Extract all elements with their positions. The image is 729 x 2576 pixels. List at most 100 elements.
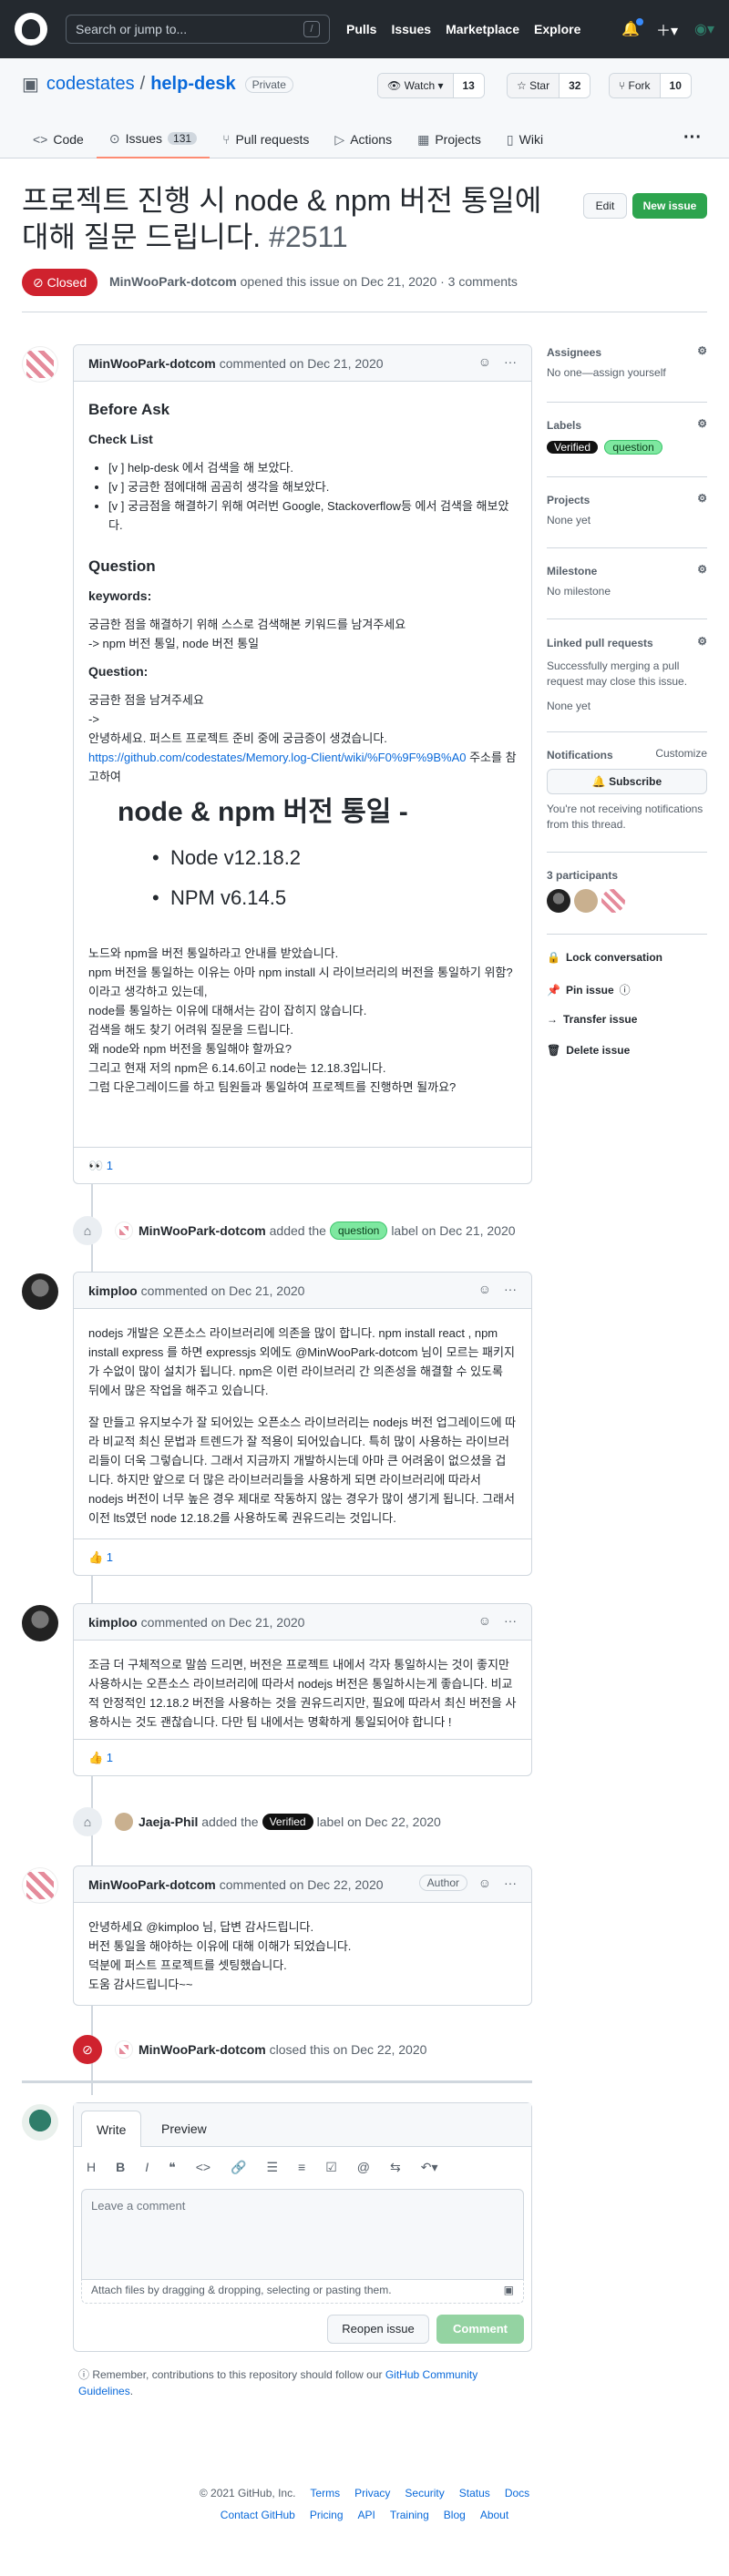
repo-owner-link[interactable]: codestates	[46, 74, 135, 95]
task-list-icon[interactable]: ☑	[325, 2160, 337, 2175]
avatar[interactable]	[547, 889, 570, 913]
bell-icon[interactable]: 🔔	[621, 18, 644, 38]
smiley-icon[interactable]: ☺	[478, 354, 491, 369]
footer-link[interactable]: API	[358, 2509, 375, 2521]
mention-icon[interactable]: @	[357, 2160, 370, 2175]
section-title[interactable]: Linked pull requests	[547, 637, 653, 649]
italic-icon[interactable]: I	[145, 2160, 149, 2175]
code-icon[interactable]: <>	[196, 2160, 210, 2175]
avatar[interactable]: ◉▾	[694, 20, 714, 38]
nav-issues[interactable]: Issues	[391, 22, 431, 36]
footer-link[interactable]: Terms	[310, 2487, 340, 2499]
footer-link[interactable]: Privacy	[354, 2487, 390, 2499]
gear-icon[interactable]: ⚙	[697, 344, 707, 357]
gear-icon[interactable]: ⚙	[697, 417, 707, 430]
footer-link[interactable]: Status	[459, 2487, 490, 2499]
tab-wiki[interactable]: ▯ Wiki	[494, 120, 556, 158]
avatar[interactable]	[22, 1605, 58, 1641]
customize-link[interactable]: Customize	[655, 747, 707, 760]
quote-icon[interactable]: ❝	[169, 2160, 176, 2175]
tab-issues[interactable]: ⊙ Issues 131	[96, 120, 210, 158]
comment-author[interactable]: MinWooPark-dotcom	[88, 1877, 216, 1892]
tab-pull-requests[interactable]: ⑂ Pull requests	[210, 120, 322, 158]
reaction-eyes[interactable]: 👀 1	[88, 1159, 113, 1173]
event-actor[interactable]: Jaeja-Phil	[139, 1814, 198, 1829]
repo-name-link[interactable]: help-desk	[150, 74, 235, 95]
heading-icon[interactable]: H	[87, 2160, 96, 2175]
tab-write[interactable]: Write	[81, 2111, 142, 2147]
reference-icon[interactable]: ⇆	[390, 2160, 401, 2175]
tab-preview[interactable]: Preview	[147, 2111, 221, 2147]
delete-issue[interactable]: 🗑 Delete issue	[547, 1044, 630, 1057]
footer-link[interactable]: Contact GitHub	[221, 2509, 295, 2521]
label-badge[interactable]: Verified	[547, 441, 599, 454]
search-input[interactable]: Search or jump to... /	[66, 15, 330, 44]
smiley-icon[interactable]: ☺	[478, 1876, 491, 1890]
gear-icon[interactable]: ⚙	[697, 492, 707, 505]
avatar[interactable]	[574, 889, 598, 913]
footer-link[interactable]: About	[480, 2509, 508, 2521]
tab-projects[interactable]: ▦ Projects	[405, 120, 494, 158]
section-title[interactable]: Assignees	[547, 346, 601, 359]
footer-link[interactable]: Docs	[505, 2487, 529, 2499]
avatar[interactable]	[115, 1222, 133, 1240]
tab-code[interactable]: <> Code	[20, 120, 97, 158]
plus-icon[interactable]: ＋▾	[656, 18, 678, 40]
numbered-list-icon[interactable]: ≡	[298, 2160, 305, 2175]
footer-link[interactable]: Blog	[444, 2509, 466, 2521]
gear-icon[interactable]: ⚙	[697, 563, 707, 576]
avatar[interactable]	[22, 1273, 58, 1310]
bold-icon[interactable]: B	[116, 2160, 125, 2175]
attach-files[interactable]: Attach files by dragging & dropping, sel…	[81, 2280, 524, 2304]
comment-timestamp[interactable]: commented on Dec 21, 2020	[220, 356, 384, 371]
nav-pulls[interactable]: Pulls	[346, 22, 376, 36]
more-icon[interactable]: ···	[683, 128, 702, 148]
nav-explore[interactable]: Explore	[534, 22, 580, 36]
event-actor[interactable]: MinWooPark-dotcom	[139, 2042, 266, 2057]
footer-link[interactable]: Training	[390, 2509, 429, 2521]
assignees-value[interactable]: No one—assign yourself	[547, 366, 707, 379]
kebab-icon[interactable]: ···	[504, 1876, 517, 1890]
new-issue-button[interactable]: New issue	[632, 193, 707, 219]
comment-author[interactable]: kimploo	[88, 1283, 138, 1298]
wiki-link[interactable]: https://github.com/codestates/Memory.log…	[88, 751, 466, 764]
comment-button[interactable]: Comment	[436, 2315, 524, 2344]
avatar[interactable]	[115, 1813, 133, 1831]
comment-timestamp[interactable]: commented on Dec 22, 2020	[220, 1877, 384, 1892]
reply-icon[interactable]: ↶▾	[421, 2160, 438, 2175]
avatar[interactable]	[22, 1867, 58, 1904]
reaction-thumbs-up[interactable]: 👍 1	[88, 1550, 113, 1565]
comment-timestamp[interactable]: commented on Dec 21, 2020	[141, 1615, 305, 1630]
avatar[interactable]	[22, 346, 58, 383]
comment-textarea[interactable]: Leave a comment	[81, 2189, 524, 2280]
fork-button[interactable]: ⑂ Fork 10	[609, 73, 692, 98]
avatar[interactable]	[115, 2040, 133, 2059]
section-title[interactable]: Milestone	[547, 565, 597, 578]
edit-button[interactable]: Edit	[583, 193, 627, 219]
kebab-icon[interactable]: ···	[504, 1282, 517, 1296]
tab-actions[interactable]: ▷ Actions	[322, 120, 405, 158]
comment-timestamp[interactable]: commented on Dec 21, 2020	[141, 1283, 305, 1298]
kebab-icon[interactable]: ···	[504, 1613, 517, 1628]
label-badge[interactable]: Verified	[262, 1814, 313, 1830]
event-actor[interactable]: MinWooPark-dotcom	[139, 1223, 266, 1238]
link-icon[interactable]: 🔗	[231, 2160, 246, 2175]
smiley-icon[interactable]: ☺	[478, 1282, 491, 1296]
reopen-issue-button[interactable]: Reopen issue	[327, 2315, 429, 2344]
github-logo-icon[interactable]	[15, 13, 47, 46]
kebab-icon[interactable]: ···	[504, 354, 517, 369]
issue-author[interactable]: MinWooPark-dotcom	[109, 274, 237, 289]
comment-author[interactable]: MinWooPark-dotcom	[88, 356, 216, 371]
label-badge[interactable]: question	[604, 440, 662, 455]
footer-link[interactable]: Pricing	[310, 2509, 344, 2521]
label-badge[interactable]: question	[329, 1222, 388, 1240]
list-icon[interactable]: ☰	[266, 2160, 278, 2175]
footer-link[interactable]: Security	[405, 2487, 444, 2499]
avatar[interactable]	[601, 889, 625, 913]
section-title[interactable]: Labels	[547, 419, 581, 432]
section-title[interactable]: Projects	[547, 494, 590, 506]
lock-conversation[interactable]: 🔒 Lock conversation	[547, 951, 662, 964]
comment-author[interactable]: kimploo	[88, 1615, 138, 1630]
transfer-issue[interactable]: → Transfer issue	[547, 1013, 637, 1026]
nav-marketplace[interactable]: Marketplace	[446, 22, 519, 36]
